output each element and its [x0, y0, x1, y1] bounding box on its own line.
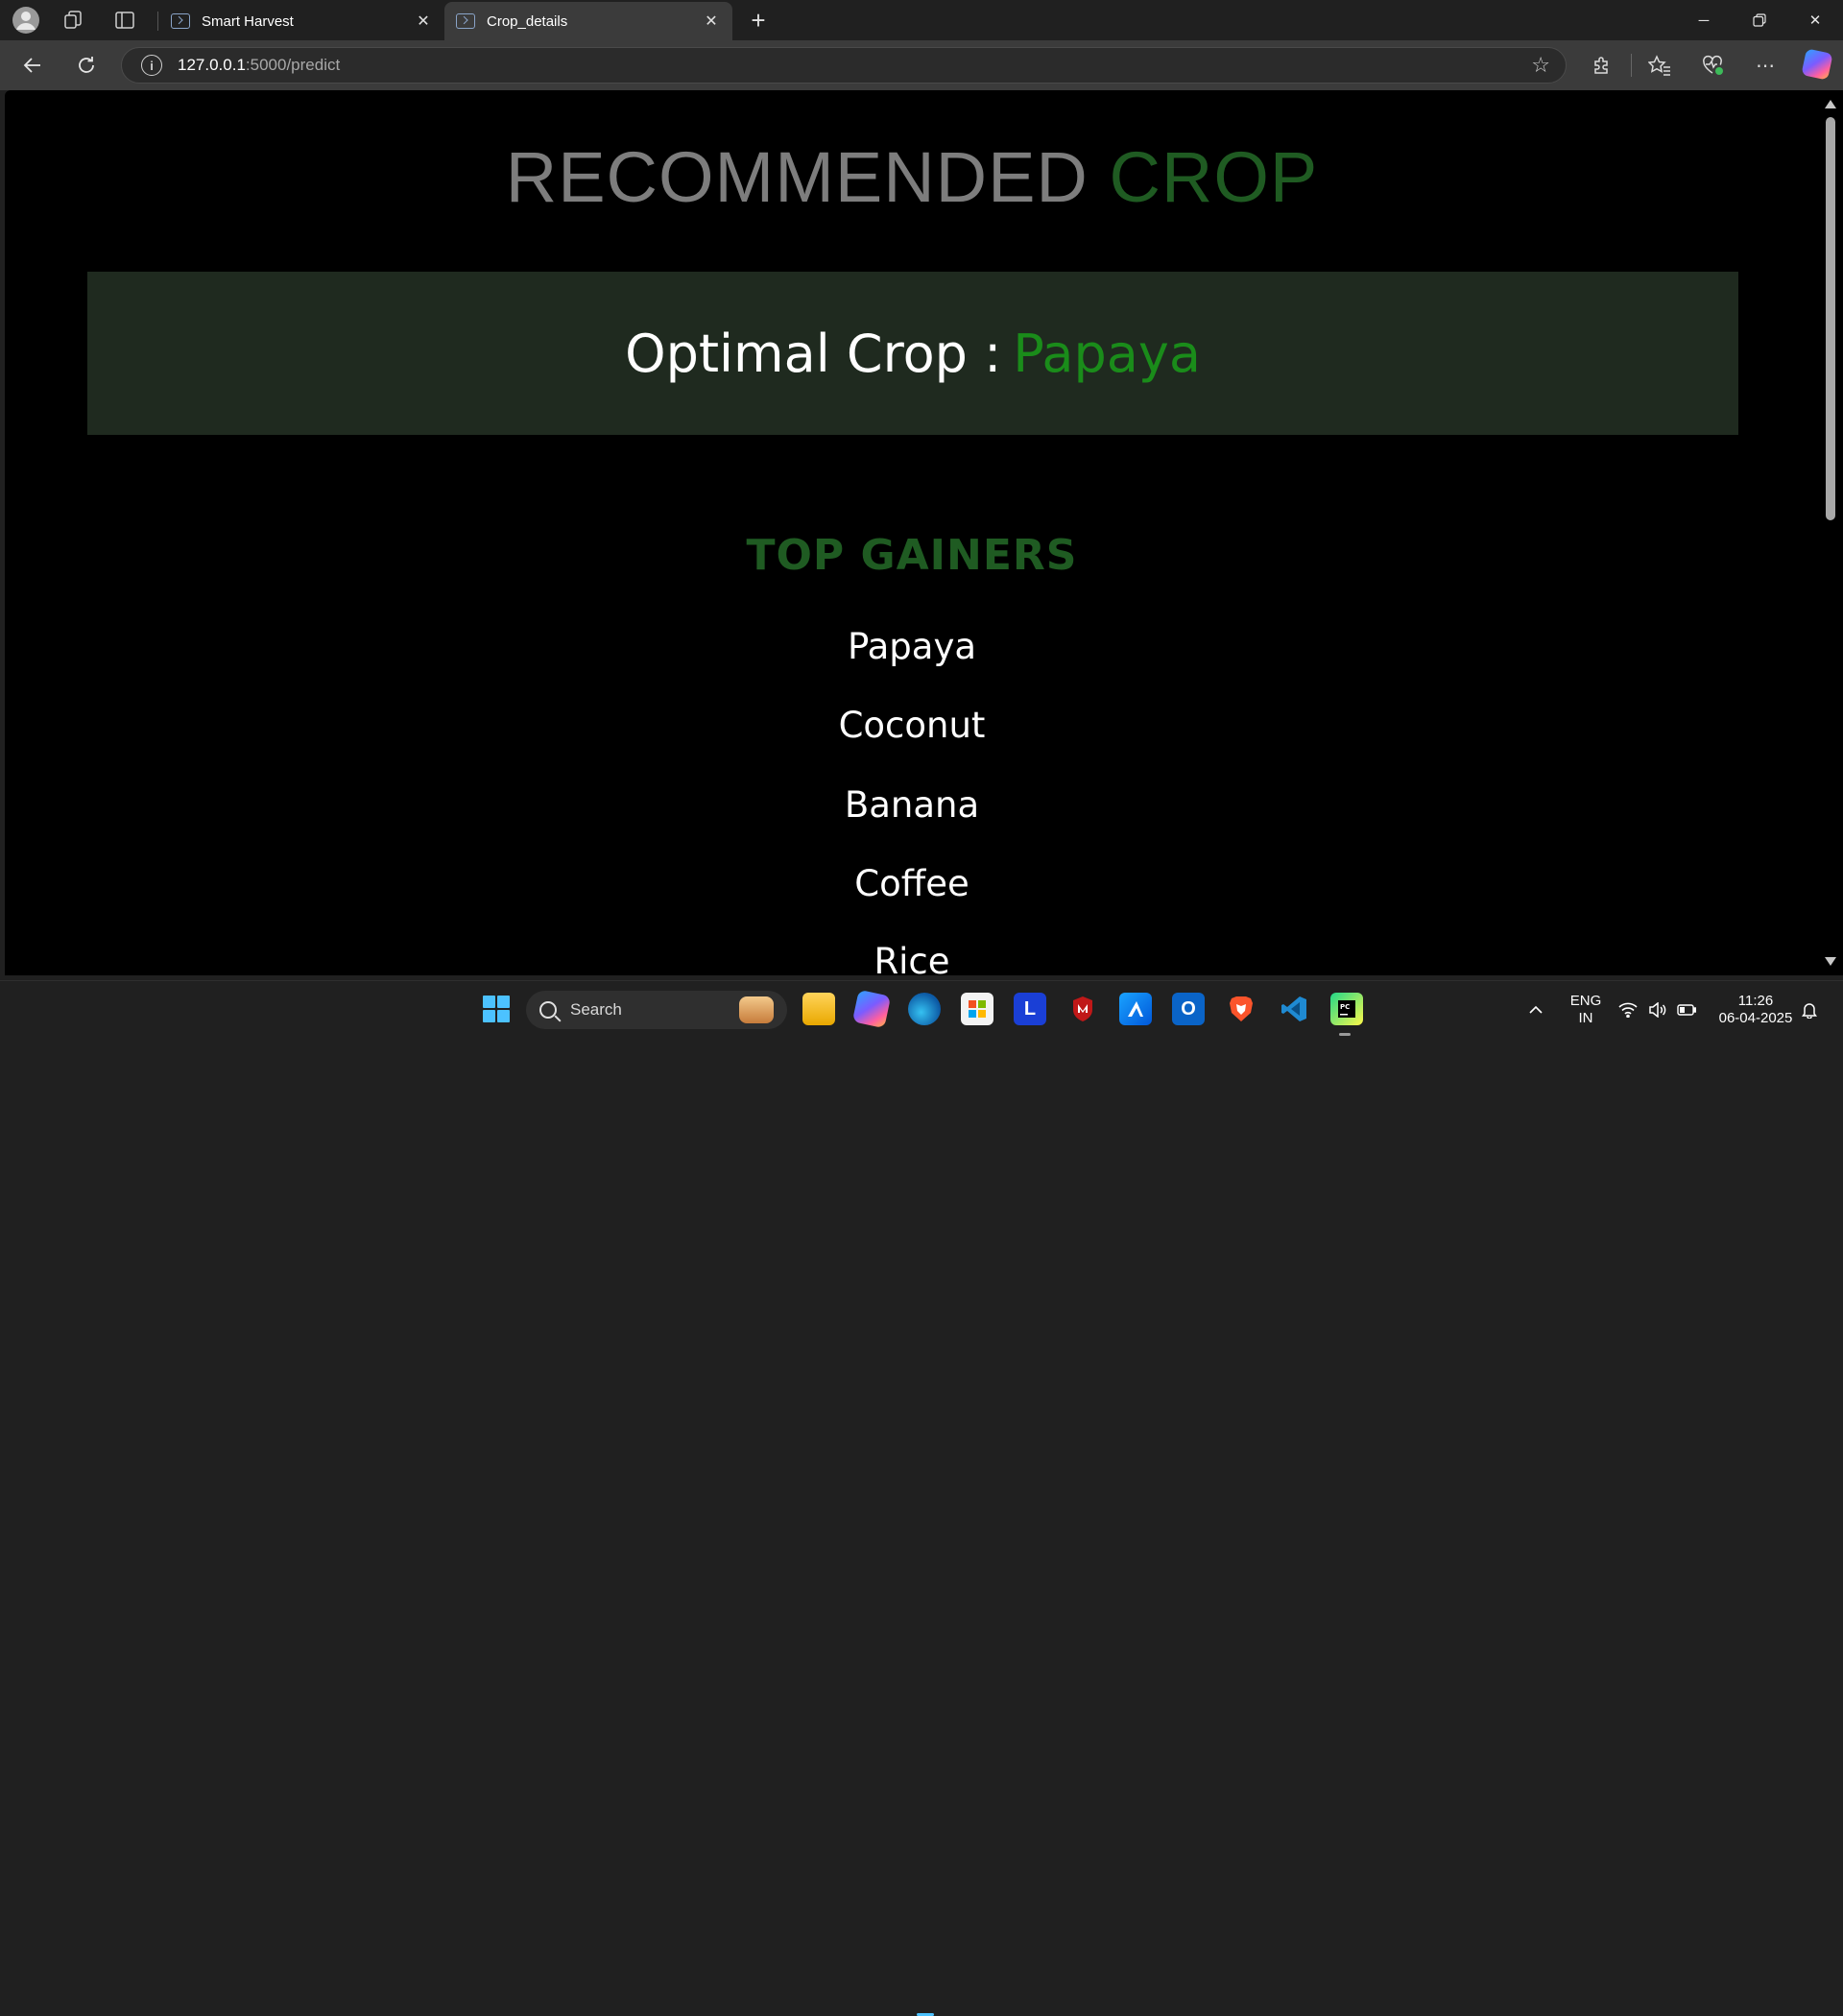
- pen-app-icon[interactable]: [1119, 993, 1152, 1025]
- url-path: :5000/predict: [245, 56, 341, 74]
- search-icon: [539, 1001, 557, 1019]
- title-recommended: RECOMMENDED: [505, 137, 1089, 217]
- workspaces-icon[interactable]: [54, 0, 94, 40]
- lang-code: ENG: [1569, 992, 1602, 1009]
- address-bar[interactable]: i 127.0.0.1:5000/predict ☆: [121, 47, 1567, 84]
- url-host: 127.0.0.1: [178, 56, 246, 74]
- language-indicator[interactable]: ENG IN: [1568, 981, 1603, 1038]
- refresh-button[interactable]: [69, 50, 104, 81]
- search-label: Search: [570, 1000, 622, 1019]
- new-tab-button[interactable]: +: [743, 5, 774, 36]
- copilot-app-icon[interactable]: [851, 989, 892, 1029]
- page-scrollbar[interactable]: [1819, 90, 1843, 975]
- file-explorer-icon[interactable]: [802, 993, 835, 1025]
- microsoft-store-icon[interactable]: [961, 993, 993, 1025]
- tab-strip: Smart Harvest ✕ Crop_details ✕ + ─ ✕: [0, 0, 1843, 40]
- page-favicon-icon: [171, 13, 190, 29]
- copilot-icon[interactable]: [1801, 48, 1833, 81]
- tab-label: Smart Harvest: [202, 12, 294, 30]
- mcafee-icon[interactable]: [1066, 993, 1099, 1025]
- optimal-crop-value: Papaya: [1013, 323, 1201, 384]
- tray-overflow-icon[interactable]: [1528, 981, 1544, 1038]
- lang-region: IN: [1578, 1009, 1593, 1026]
- brave-browser-icon[interactable]: [1225, 993, 1257, 1025]
- title-crop: CROP: [1109, 137, 1319, 217]
- gainer-item: Papaya: [847, 626, 977, 667]
- scroll-thumb[interactable]: [1826, 117, 1835, 520]
- gainer-item: Rice: [874, 941, 950, 975]
- minimize-button[interactable]: ─: [1676, 0, 1732, 40]
- edge-browser-icon[interactable]: [908, 993, 941, 1025]
- running-app-indicator: [1339, 1033, 1351, 1036]
- close-tab-icon[interactable]: ✕: [702, 12, 721, 31]
- wifi-icon[interactable]: [1618, 981, 1638, 1038]
- gainer-item: Coconut: [838, 705, 986, 746]
- favorites-icon[interactable]: [1643, 50, 1676, 81]
- windows-start-icon[interactable]: [483, 996, 510, 1022]
- close-window-button[interactable]: ✕: [1787, 0, 1843, 40]
- notifications-icon[interactable]: [1801, 981, 1818, 1038]
- gainer-item: Coffee: [854, 863, 969, 904]
- favorite-star-icon[interactable]: ☆: [1531, 53, 1550, 78]
- scroll-up-arrow-icon[interactable]: [1825, 100, 1836, 108]
- vertical-tabs-icon[interactable]: [105, 0, 145, 40]
- taskbar-search[interactable]: Search: [526, 991, 787, 1029]
- outlook-icon[interactable]: O: [1172, 993, 1205, 1025]
- url-text[interactable]: 127.0.0.1:5000/predict: [178, 56, 340, 75]
- toolbar-separator: [1631, 54, 1632, 77]
- restore-button[interactable]: [1732, 0, 1787, 40]
- clock[interactable]: 11:26 06-04-2025: [1712, 981, 1799, 1038]
- back-button[interactable]: [15, 50, 50, 81]
- battery-icon[interactable]: [1677, 981, 1696, 1038]
- volume-icon[interactable]: [1648, 981, 1667, 1038]
- clock-time: 11:26: [1737, 992, 1774, 1009]
- optimal-crop-panel: Optimal Crop : Papaya: [87, 272, 1738, 435]
- search-highlight-icon: [739, 996, 774, 1023]
- clock-date: 06-04-2025: [1718, 1009, 1793, 1026]
- scroll-down-arrow-icon[interactable]: [1825, 957, 1836, 966]
- page-favicon-icon: [456, 13, 475, 29]
- site-info-icon[interactable]: i: [141, 55, 162, 76]
- page-viewport: RECOMMENDED CROP Optimal Crop : Papaya T…: [5, 90, 1819, 975]
- profile-avatar[interactable]: [6, 0, 46, 40]
- vscode-icon[interactable]: [1278, 993, 1310, 1025]
- more-options-icon[interactable]: ⋯: [1749, 50, 1782, 81]
- page-title: RECOMMENDED CROP: [5, 136, 1819, 218]
- taskbar: Search L O PC ENG IN 11:26 06-04-2025: [0, 980, 1843, 2016]
- close-tab-icon[interactable]: ✕: [414, 12, 433, 31]
- tab-smart-harvest[interactable]: Smart Harvest ✕: [159, 2, 444, 40]
- tab-separator: [157, 12, 158, 31]
- browser-essentials-icon[interactable]: [1697, 50, 1730, 81]
- optimal-crop-label: Optimal Crop :: [625, 323, 1002, 384]
- gainer-item: Banana: [844, 784, 980, 826]
- pycharm-icon[interactable]: PC: [1330, 993, 1363, 1025]
- tab-label: Crop_details: [487, 12, 568, 30]
- browser-toolbar: i 127.0.0.1:5000/predict ☆ ⋯: [0, 40, 1843, 90]
- svg-text:PC: PC: [1340, 1003, 1350, 1011]
- extensions-icon[interactable]: [1586, 50, 1618, 81]
- tab-crop-details[interactable]: Crop_details ✕: [444, 2, 732, 40]
- top-gainers-heading: TOP GAINERS: [746, 531, 1078, 580]
- l-app-icon[interactable]: L: [1014, 993, 1046, 1025]
